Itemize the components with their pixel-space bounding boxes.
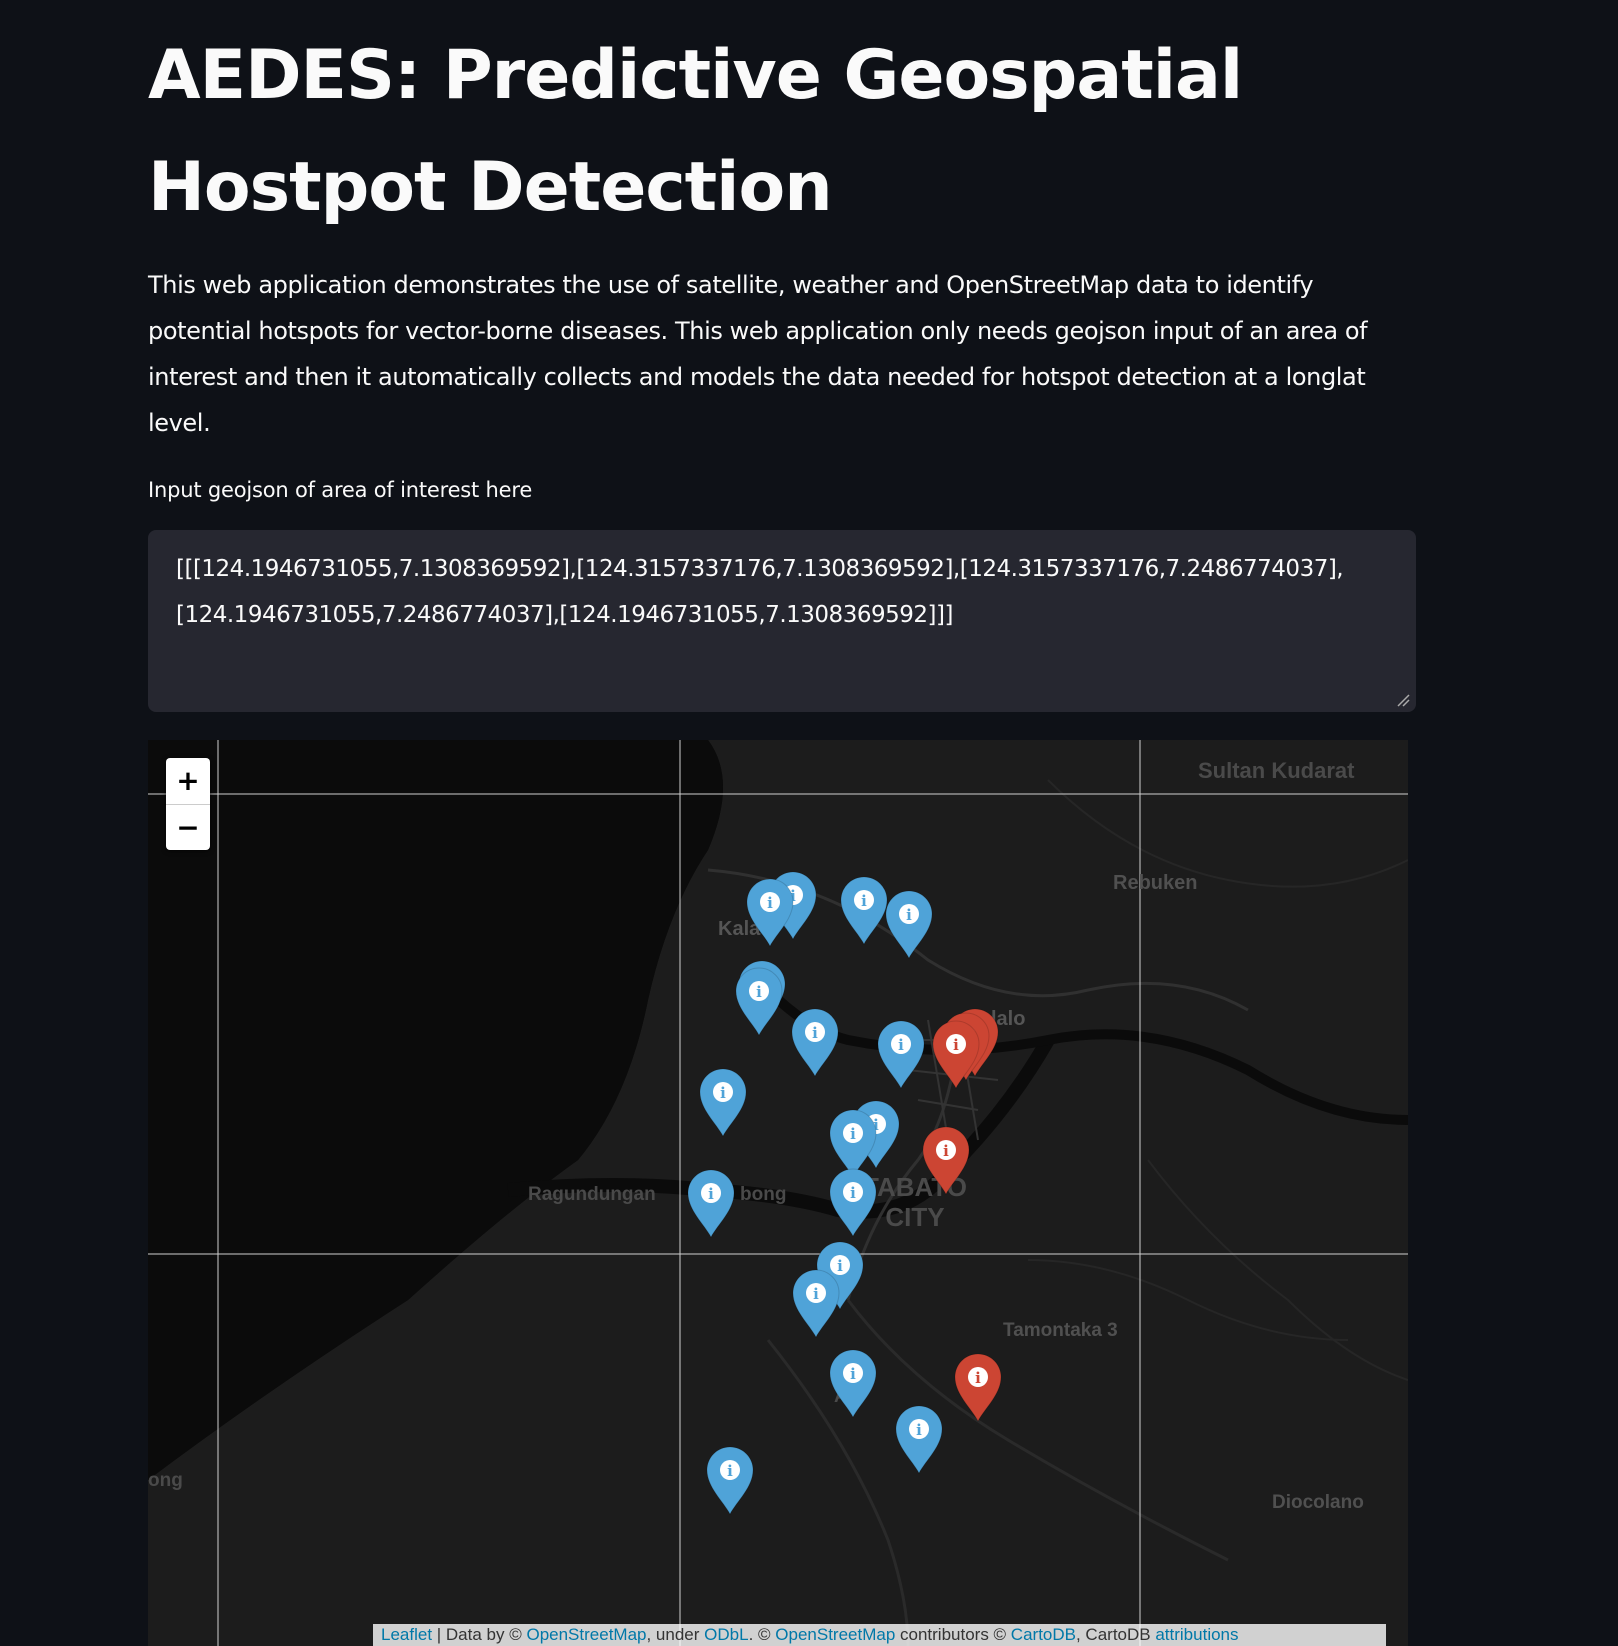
attribution-cartodb-link[interactable]: CartoDB — [1011, 1625, 1076, 1644]
info-icon: i — [713, 1082, 733, 1102]
hotspot-map[interactable]: Sultan Kudarat Rebuken Kala n lalo Ragun… — [148, 740, 1408, 1646]
svg-text:i: i — [850, 1184, 856, 1202]
hotspot-marker[interactable]: i — [919, 1123, 973, 1196]
info-icon: i — [899, 904, 919, 924]
svg-text:i: i — [756, 983, 762, 1001]
location-marker[interactable]: i — [732, 964, 786, 1037]
attribution-text: , CartoDB — [1075, 1625, 1156, 1644]
location-marker[interactable]: i — [789, 1266, 843, 1339]
svg-text:i: i — [850, 1365, 856, 1383]
place-sultan-kudarat: Sultan Kudarat — [1198, 758, 1355, 783]
svg-text:i: i — [727, 1462, 733, 1480]
place-ong: ong — [148, 1470, 183, 1491]
place-rebuken: Rebuken — [1113, 872, 1198, 894]
zoom-control: + − — [166, 758, 210, 850]
svg-text:i: i — [898, 1036, 904, 1054]
info-icon: i — [968, 1367, 988, 1387]
attribution-osm-link[interactable]: OpenStreetMap — [526, 1625, 646, 1644]
info-icon: i — [909, 1419, 929, 1439]
info-icon: i — [891, 1034, 911, 1054]
geojson-input-label: Input geojson of area of interest here — [148, 478, 533, 502]
info-icon: i — [843, 1123, 863, 1143]
hotspot-marker[interactable]: i — [929, 1017, 983, 1090]
svg-text:i: i — [720, 1084, 726, 1102]
place-bong: bong — [740, 1184, 787, 1205]
location-marker[interactable]: i — [874, 1017, 928, 1090]
info-icon: i — [806, 1283, 826, 1303]
resize-handle-icon[interactable] — [1396, 693, 1410, 707]
place-tamontaka: Tamontaka 3 — [1003, 1320, 1118, 1341]
location-marker[interactable]: i — [696, 1065, 750, 1138]
location-marker[interactable]: i — [892, 1402, 946, 1475]
svg-text:i: i — [906, 906, 912, 924]
info-icon: i — [701, 1183, 721, 1203]
svg-text:i: i — [812, 1024, 818, 1042]
svg-text:i: i — [813, 1285, 819, 1303]
page-title: AEDES: Predictive Geospatial Hostpot Det… — [148, 36, 1243, 227]
location-marker[interactable]: i — [703, 1443, 757, 1516]
page-description: This web application demonstrates the us… — [148, 271, 1368, 437]
svg-text:i: i — [943, 1142, 949, 1160]
info-icon: i — [720, 1460, 740, 1480]
info-icon: i — [946, 1034, 966, 1054]
attribution-attributions-link[interactable]: attributions — [1155, 1625, 1238, 1644]
info-icon: i — [749, 981, 769, 1001]
info-icon: i — [843, 1363, 863, 1383]
svg-text:i: i — [708, 1185, 714, 1203]
svg-text:i: i — [850, 1125, 856, 1143]
attribution-leaflet-link[interactable]: Leaflet — [381, 1625, 432, 1644]
location-marker[interactable]: i — [684, 1166, 738, 1239]
location-marker[interactable]: i — [882, 887, 936, 960]
geojson-input[interactable] — [148, 530, 1416, 712]
svg-text:i: i — [767, 894, 773, 912]
place-diocolano: Diocolano — [1272, 1492, 1364, 1513]
info-icon: i — [843, 1182, 863, 1202]
zoom-in-button[interactable]: + — [166, 758, 210, 805]
info-icon: i — [936, 1140, 956, 1160]
attribution-odbl-link[interactable]: ODbL — [704, 1625, 748, 1644]
info-icon: i — [805, 1022, 825, 1042]
svg-text:i: i — [953, 1036, 959, 1054]
attribution-text: | Data by © — [432, 1625, 527, 1644]
svg-text:i: i — [916, 1421, 922, 1439]
hotspot-marker[interactable]: i — [951, 1350, 1005, 1423]
attribution-osm-link-2[interactable]: OpenStreetMap — [775, 1625, 895, 1644]
attribution-text: . © — [748, 1625, 776, 1644]
place-ragundungan: Ragundungan — [528, 1184, 656, 1205]
map-attribution: Leaflet | Data by © OpenStreetMap, under… — [373, 1624, 1386, 1646]
location-marker[interactable]: i — [788, 1005, 842, 1078]
zoom-out-button[interactable]: − — [166, 805, 210, 851]
info-icon: i — [760, 892, 780, 912]
svg-text:i: i — [861, 892, 867, 910]
info-icon: i — [854, 890, 874, 910]
svg-text:i: i — [975, 1369, 981, 1387]
attribution-text: , under — [646, 1625, 705, 1644]
location-marker[interactable]: i — [826, 1346, 880, 1419]
attribution-text: contributors © — [895, 1625, 1011, 1644]
location-marker[interactable]: i — [743, 875, 797, 948]
location-marker[interactable]: i — [826, 1165, 880, 1238]
